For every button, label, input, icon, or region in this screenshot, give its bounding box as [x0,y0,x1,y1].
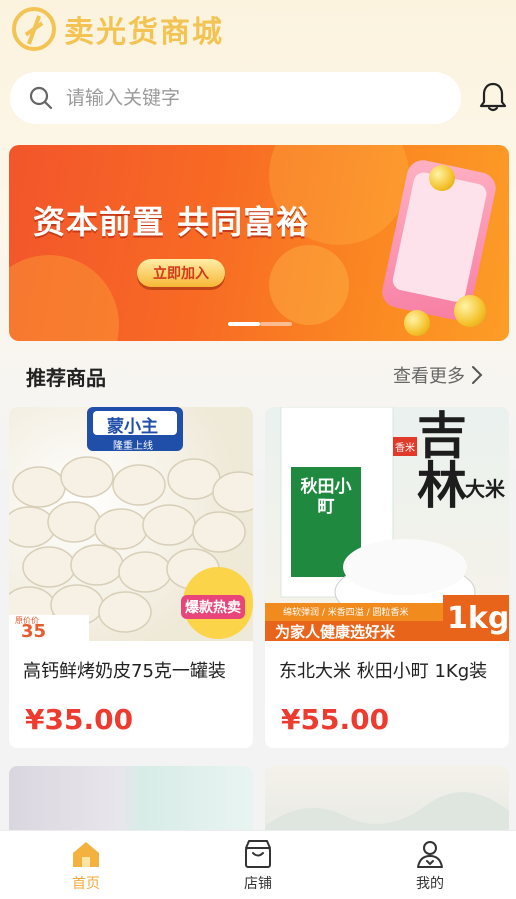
bell-icon[interactable] [476,80,510,114]
tab-home[interactable]: 首页 [0,831,172,899]
product-price: ¥55.00 [281,703,390,736]
view-more-link[interactable]: 查看更多 [393,362,483,388]
join-button[interactable]: 立即加入 [137,259,225,287]
logo-icon [12,7,56,51]
view-more-label: 查看更多 [393,366,465,387]
product-image: 吉林 大米 香米 秋田小町 绵软弹润 / 米香四溢 / 圆粒香米 为家人健康选好… [265,407,509,641]
rice-slogan: 为家人健康选好米 [275,623,396,641]
coin-icon [429,165,455,191]
pagination-dot-active[interactable] [228,322,260,326]
coin-icon [404,310,430,336]
product-image-sub: 隆重上线 [113,441,153,452]
app-header: 卖光货商城 [12,6,224,52]
product-card[interactable]: 吉林 大米 香米 秋田小町 绵软弹润 / 米香四溢 / 圆粒香米 为家人健康选好… [265,407,509,748]
banner-title: 资本前置 共同富裕 [33,203,310,241]
banner-decoration [269,245,349,325]
tab-shop-label: 店铺 [244,876,272,892]
home-icon [73,842,99,867]
banner-pagination [228,322,292,326]
product-name[interactable]: 东北大米 秋田小町 1Kg装 [279,657,497,683]
pagination-dot[interactable] [260,322,292,326]
tab-home-label: 首页 [72,876,100,892]
tab-profile-label: 我的 [416,876,444,892]
banner-decoration [9,255,119,341]
search-icon [29,86,53,110]
section-title: 推荐商品 [26,366,106,390]
package-label: 秋田小町 [300,477,352,518]
hot-sale-tag: 爆款热卖 [181,595,245,619]
bottom-tab-bar: 首页 店铺 我的 [0,830,516,899]
chevron-right-icon [472,366,483,384]
tab-shop[interactable]: 店铺 [172,831,344,899]
product-image: 蒙小主 隆重上线 爆款热卖 原价价 35 [9,407,253,641]
product-name[interactable]: 高钙鲜烤奶皮75克一罐装 [23,657,241,683]
rice-weight: 1kg [447,601,509,636]
image-price: 35 [21,621,47,641]
promo-banner[interactable]: 资本前置 共同富裕 立即加入 [9,145,509,341]
user-icon [417,841,443,868]
rice-features: 绵软弹润 / 米香四溢 / 圆粒香米 [283,608,409,618]
product-price: ¥35.00 [25,703,134,736]
tab-profile[interactable]: 我的 [344,831,516,899]
search-input[interactable] [66,87,426,109]
search-bar[interactable] [10,72,461,124]
coin-icon [454,295,486,327]
fragrant-rice-badge: 香米 [393,437,417,456]
product-image-brand: 蒙小主 [107,417,158,437]
shop-icon [245,840,271,868]
product-image-sub: 大米 [465,477,505,501]
product-card[interactable]: 蒙小主 隆重上线 爆款热卖 原价价 35 高钙鲜烤奶皮75克一罐装 ¥35.00 [9,407,253,748]
app-name: 卖光货商城 [64,15,224,50]
